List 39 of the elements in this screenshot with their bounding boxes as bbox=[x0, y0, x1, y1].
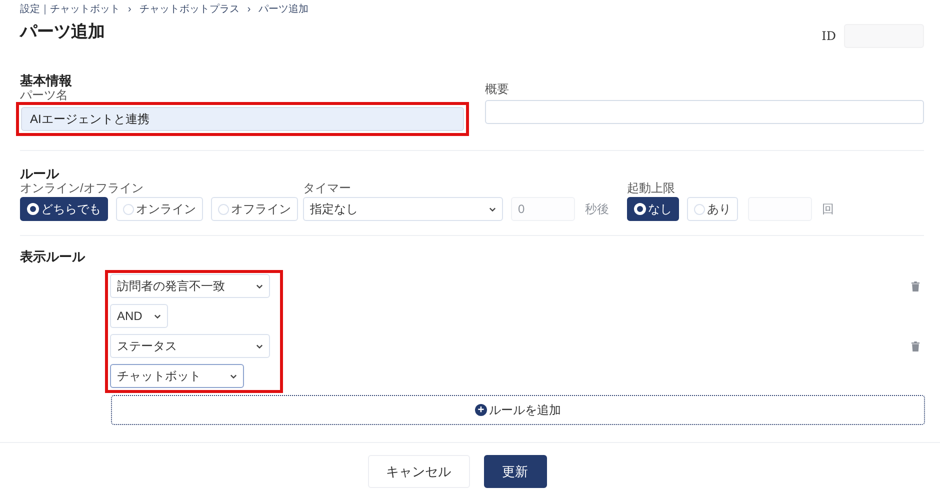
chevron-down-icon bbox=[230, 374, 237, 378]
chevron-down-icon bbox=[154, 314, 161, 318]
condition-select[interactable]: ステータス bbox=[110, 334, 270, 358]
chevron-down-icon bbox=[256, 284, 263, 288]
section-heading: 基本情報 bbox=[20, 74, 73, 88]
breadcrumb-separator: › bbox=[247, 4, 251, 14]
operator-select[interactable]: AND bbox=[110, 304, 168, 328]
radio-button[interactable]: オンライン bbox=[116, 197, 203, 221]
breadcrumb-link[interactable]: チャットボットプラス bbox=[139, 2, 240, 16]
trash-icon[interactable] bbox=[911, 280, 920, 292]
cancel-button[interactable]: キャンセル bbox=[368, 455, 470, 488]
radio-button[interactable]: なし bbox=[627, 197, 679, 221]
chevron-down-icon bbox=[489, 206, 496, 212]
add-rule-button[interactable]: + ルールを追加 bbox=[111, 395, 925, 425]
radio-button[interactable]: あり bbox=[687, 197, 738, 221]
trash-icon[interactable] bbox=[911, 340, 920, 352]
id-label: ID bbox=[822, 29, 836, 43]
field-label: 起動上限 bbox=[627, 181, 676, 195]
breadcrumb-link[interactable]: パーツ追加 bbox=[258, 2, 309, 16]
condition-select[interactable]: 訪問者の発言不一致 bbox=[110, 274, 270, 298]
section-heading: 表示ルール bbox=[20, 250, 86, 264]
unit-label: 回 bbox=[822, 200, 835, 218]
breadcrumb-link[interactable]: 設定｜チャットボット bbox=[20, 2, 120, 16]
chevron-down-icon bbox=[256, 344, 263, 348]
radio-button[interactable]: どちらでも bbox=[20, 197, 108, 221]
name-field[interactable]: AIエージェントと連携 bbox=[21, 107, 464, 131]
value-select[interactable]: チャットボット bbox=[110, 364, 244, 388]
field-label: タイマー bbox=[303, 181, 352, 195]
radio-button[interactable]: オフライン bbox=[211, 197, 298, 221]
update-button[interactable]: 更新 bbox=[484, 455, 546, 488]
timer-select[interactable]: 指定なし bbox=[303, 197, 503, 221]
section-heading: ルール bbox=[20, 167, 60, 181]
field-label: パーツ名 bbox=[20, 88, 69, 102]
summary-field[interactable] bbox=[485, 100, 924, 124]
unit-label: 秒後 bbox=[585, 200, 609, 218]
field-label: 概要 bbox=[485, 82, 510, 96]
page-title: パーツ追加 bbox=[20, 21, 105, 43]
breadcrumb-separator: › bbox=[128, 4, 132, 14]
field-label: オンライン/オフライン bbox=[20, 181, 144, 195]
